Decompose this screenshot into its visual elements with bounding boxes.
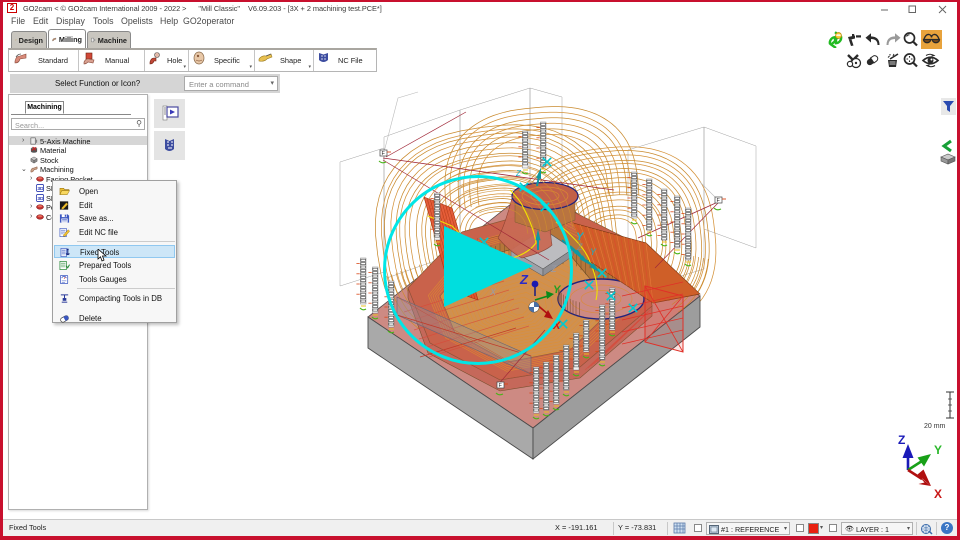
svg-text:Z: Z [576, 242, 583, 252]
svg-text:Y: Y [934, 443, 942, 457]
svg-text:3D: 3D [37, 196, 44, 202]
svg-text:X: X [934, 487, 942, 501]
svg-text:Y: Y [590, 247, 597, 257]
svg-text:Z: Z [550, 264, 557, 274]
svg-text:Z: Z [519, 272, 529, 287]
svg-text:3D: 3D [37, 186, 44, 192]
svg-text:Z: Z [898, 433, 905, 447]
svg-text:X: X [489, 287, 497, 297]
svg-text:Z: Z [515, 169, 522, 178]
